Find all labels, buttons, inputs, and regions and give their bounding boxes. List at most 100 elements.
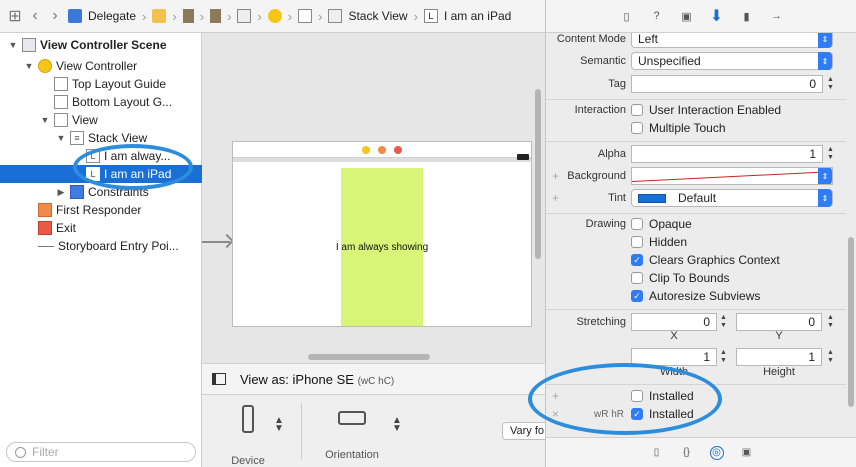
clears-graphics-context-checkbox[interactable]: ✓ Clears Graphics Context	[631, 253, 780, 267]
tree-item-exit[interactable]: Exit	[0, 219, 202, 237]
view-icon[interactable]	[298, 9, 313, 23]
filter-field[interactable]: Filter	[6, 442, 196, 462]
stretching-y-stepper-icon[interactable]: ▲ ▼	[826, 314, 835, 330]
view-controller-icon[interactable]	[267, 9, 282, 23]
user-interaction-checkbox[interactable]: User Interaction Enabled	[631, 103, 781, 117]
iphone-icon[interactable]	[242, 405, 254, 433]
jump-bar-project[interactable]: Delegate	[88, 9, 136, 23]
outline-toggle-icon[interactable]	[212, 373, 226, 385]
tree-item-stack-view[interactable]: ▼ ≡ Stack View	[0, 129, 202, 147]
add-variation-icon[interactable]: +	[552, 389, 559, 403]
stretching-y-field[interactable]: 0	[736, 313, 822, 331]
stack-view-preview[interactable]: I am always showing	[336, 168, 428, 326]
view-controller-icon[interactable]	[362, 145, 370, 154]
chevron-right-icon: ›	[413, 8, 418, 24]
exit-icon[interactable]	[394, 145, 402, 154]
opaque-checkbox[interactable]: Opaque	[631, 217, 692, 231]
storyboard-entry-arrow[interactable]	[202, 241, 230, 243]
view-as-label[interactable]: View as: iPhone SE (wC hC)	[240, 372, 394, 387]
add-variation-icon[interactable]: +	[552, 169, 559, 183]
always-showing-label[interactable]: I am always showing	[336, 242, 428, 253]
autoresize-subviews-checkbox[interactable]: ✓ Autoresize Subviews	[631, 289, 760, 303]
storyboard-icon[interactable]	[182, 9, 194, 23]
jump-bar-stack-view[interactable]: Stack View	[348, 9, 407, 23]
forward-arrow-icon[interactable]: ›	[48, 7, 62, 25]
tree-item-bottom-layout-guide[interactable]: Bottom Layout G...	[0, 93, 202, 111]
disclosure-open-icon[interactable]: ▼	[24, 61, 34, 71]
hidden-checkbox[interactable]: Hidden	[631, 235, 687, 249]
stretching-height-field[interactable]: 1	[736, 348, 822, 366]
object-library-icon[interactable]: ◎	[709, 445, 724, 460]
tag-stepper-icon[interactable]: ▲ ▼	[826, 76, 835, 92]
scene-frame[interactable]: I am always showing	[232, 141, 532, 327]
orientation-stepper-icon[interactable]: ▲ ▼	[392, 416, 402, 434]
multiple-touch-checkbox[interactable]: Multiple Touch	[631, 121, 726, 135]
canvas-vertical-scrollbar[interactable]	[535, 89, 541, 259]
grid-icon[interactable]: ⊞	[8, 6, 22, 26]
stretching-width-stepper-icon[interactable]: ▲ ▼	[719, 349, 728, 365]
installed-variation-checkbox[interactable]: ✓ Installed	[631, 407, 694, 421]
checkmark-icon[interactable]: ✓	[631, 254, 643, 266]
tree-item-label-always[interactable]: L I am alway...	[0, 147, 202, 165]
tree-item-view-controller[interactable]: ▼ View Controller	[0, 57, 202, 75]
disclosure-open-icon[interactable]: ▼	[40, 115, 50, 125]
tree-item-label-ipad[interactable]: L I am an iPad	[0, 165, 202, 183]
media-library-icon[interactable]: ▣	[740, 446, 754, 460]
alpha-field[interactable]: 1	[631, 145, 823, 163]
stretching-x-field[interactable]: 0	[631, 313, 717, 331]
checkbox-icon[interactable]	[631, 272, 643, 284]
size-inspector-icon[interactable]: ▮	[739, 8, 755, 24]
stack-view-icon[interactable]	[328, 9, 343, 23]
back-arrow-icon[interactable]: ‹	[28, 7, 42, 25]
help-inspector-icon[interactable]: ?	[649, 8, 665, 24]
scene-icon[interactable]	[237, 9, 252, 23]
remove-variation-icon[interactable]: ×	[552, 407, 559, 421]
label-icon[interactable]: L	[423, 9, 438, 23]
file-inspector-icon[interactable]: ▯	[619, 8, 635, 24]
content-mode-popup[interactable]: Left ⇕	[631, 33, 833, 48]
clip-to-bounds-checkbox[interactable]: Clip To Bounds	[631, 271, 730, 285]
tint-popup[interactable]: Default ⇕	[631, 189, 833, 207]
storyboard-canvas[interactable]: I am always showing	[202, 33, 545, 363]
device-stepper-icon[interactable]: ▲ ▼	[274, 416, 284, 434]
device-selector[interactable]: Device	[230, 405, 266, 467]
background-color-well[interactable]: ⇕	[631, 167, 833, 185]
stretching-x-stepper-icon[interactable]: ▲ ▼	[719, 314, 728, 330]
stretching-width-field[interactable]: 1	[631, 348, 717, 366]
checkbox-icon[interactable]	[631, 390, 643, 402]
disclosure-closed-icon[interactable]: ▶	[56, 187, 66, 198]
file-template-icon[interactable]: ▯	[650, 446, 664, 460]
semantic-popup[interactable]: Unspecified ⇕	[631, 52, 833, 70]
first-responder-icon[interactable]	[378, 145, 386, 154]
checkmark-icon[interactable]: ✓	[631, 290, 643, 302]
folder-icon[interactable]	[152, 9, 167, 23]
canvas-horizontal-scrollbar[interactable]	[308, 354, 430, 360]
identity-inspector-icon[interactable]: ▣	[679, 8, 695, 24]
tree-item-constraints[interactable]: ▶ Constraints	[0, 183, 202, 201]
disclosure-open-icon[interactable]: ▼	[56, 133, 66, 143]
storyboard-icon[interactable]	[210, 9, 222, 23]
checkbox-icon[interactable]	[631, 218, 643, 230]
alpha-stepper-icon[interactable]: ▲ ▼	[826, 146, 835, 162]
checkbox-icon[interactable]	[631, 122, 643, 134]
tag-field[interactable]: 0	[631, 75, 823, 93]
checkbox-icon[interactable]	[631, 236, 643, 248]
landscape-phone-icon[interactable]	[338, 411, 366, 425]
inspector-scrollbar[interactable]	[848, 237, 854, 407]
tree-item-first-responder[interactable]: First Responder	[0, 201, 202, 219]
jump-bar-label[interactable]: I am an iPad	[444, 9, 511, 23]
tree-item-view[interactable]: ▼ View	[0, 111, 202, 129]
tree-item-top-layout-guide[interactable]: Top Layout Guide	[0, 75, 202, 93]
add-variation-icon[interactable]: +	[552, 191, 559, 205]
checkbox-icon[interactable]	[631, 104, 643, 116]
connections-inspector-icon[interactable]: →	[769, 8, 785, 24]
attributes-inspector-icon[interactable]: ⬇	[709, 8, 725, 25]
tree-item-scene[interactable]: ▼ View Controller Scene	[0, 36, 202, 54]
tree-item-storyboard-entry-point[interactable]: Storyboard Entry Poi...	[0, 237, 202, 255]
stretching-height-stepper-icon[interactable]: ▲ ▼	[826, 349, 835, 365]
code-snippet-icon[interactable]: {}	[680, 446, 694, 460]
installed-checkbox[interactable]: Installed	[631, 389, 694, 403]
orientation-selector[interactable]: Orientation	[320, 405, 384, 461]
disclosure-open-icon[interactable]: ▼	[8, 40, 18, 50]
checkmark-icon[interactable]: ✓	[631, 408, 643, 420]
